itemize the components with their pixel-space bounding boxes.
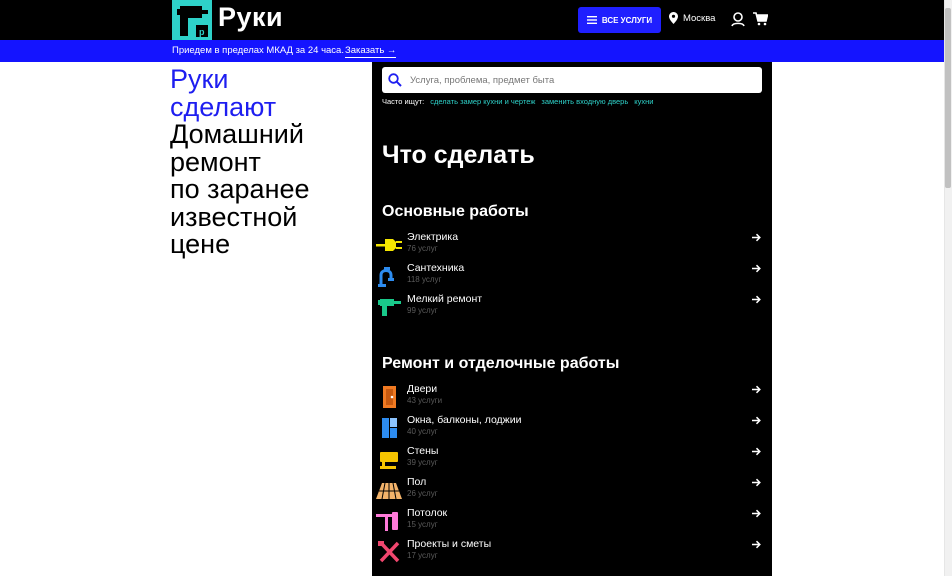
often-searched-label: Часто ищут:: [382, 97, 425, 106]
banner-text: Приедем в пределах МКАД за 24 часа.: [172, 45, 344, 56]
cart-icon[interactable]: [753, 12, 768, 26]
faucet-icon: [378, 267, 394, 287]
drill-icon: [378, 299, 401, 316]
services-panel: Часто ищут: сделать замер кухни и чертеж…: [372, 62, 772, 576]
often-searched: Часто ищут: сделать замер кухни и чертеж…: [382, 97, 653, 106]
service-item-windows[interactable]: Окна, балконы, лоджии 40 услуг: [372, 414, 772, 444]
plug-icon: [376, 239, 402, 251]
service-count: 43 услуги: [407, 396, 443, 405]
service-item-doors[interactable]: Двери 43 услуги: [372, 383, 772, 413]
service-count: 39 услуг: [407, 458, 438, 467]
service-count: 99 услуг: [407, 306, 438, 315]
logo-icon[interactable]: р: [172, 0, 212, 40]
arrow-right-icon: [752, 385, 761, 394]
service-count: 26 услуг: [407, 489, 438, 498]
floor-icon: [376, 482, 402, 500]
hero-line: известной: [170, 201, 298, 232]
often-searched-link[interactable]: заменить входную дверь: [541, 97, 628, 106]
often-searched-link[interactable]: кухни: [634, 97, 653, 106]
service-item-floor[interactable]: Пол 26 услуг: [372, 476, 772, 506]
scrollbar-thumb[interactable]: [945, 8, 951, 188]
search-input[interactable]: [410, 74, 740, 86]
section-title: Ремонт и отделочные работы: [382, 355, 620, 372]
service-item-small-repair[interactable]: Мелкий ремонт 99 услуг: [372, 293, 772, 323]
hero-line: Руки: [170, 64, 229, 94]
search-box[interactable]: [382, 67, 762, 93]
promo-banner: Приедем в пределах МКАД за 24 часа. Зака…: [0, 40, 944, 62]
all-services-label: ВСЕ УСЛУГИ: [601, 15, 653, 25]
svg-text:р: р: [199, 27, 205, 37]
hero-line: ремонт: [170, 146, 261, 177]
location-pin-icon: [669, 12, 678, 24]
ceiling-roller-icon: [376, 512, 398, 531]
service-count: 17 услуг: [407, 551, 438, 560]
hero-line: по заранее: [170, 174, 310, 204]
user-icon[interactable]: [731, 12, 745, 27]
section-title: Основные работы: [382, 203, 529, 220]
service-count: 76 услуг: [407, 244, 438, 253]
service-name: Пол: [407, 476, 427, 488]
hero-line: цене: [170, 229, 231, 259]
arrow-right-icon: [752, 478, 761, 487]
service-name: Сантехника: [407, 262, 465, 274]
service-name: Мелкий ремонт: [407, 293, 483, 305]
tools-icon: [378, 541, 400, 563]
door-icon: [383, 386, 396, 408]
service-name: Проекты и сметы: [407, 538, 492, 550]
banner-order-link[interactable]: Заказать →: [345, 45, 397, 58]
hero-line: Домашний: [170, 119, 304, 149]
hero-line: сделают: [170, 91, 277, 122]
service-item-projects[interactable]: Проекты и сметы 17 услуг: [372, 538, 772, 568]
city-name: Москва: [683, 12, 716, 24]
search-icon: [388, 73, 402, 87]
arrow-right-icon: [752, 540, 761, 549]
arrow-right-icon: [752, 447, 761, 456]
service-count: 15 услуг: [407, 520, 438, 529]
hero-heading: Руки сделают Домашний ремонт по заранее …: [170, 64, 310, 259]
arrow-right-icon: [752, 509, 761, 518]
service-count: 118 услуг: [407, 275, 442, 284]
service-name: Потолок: [407, 507, 448, 519]
logo-text[interactable]: Руки: [218, 2, 283, 33]
service-name: Окна, балконы, лоджии: [407, 414, 522, 426]
service-name: Стены: [407, 445, 439, 457]
service-count: 40 услуг: [407, 427, 438, 436]
arrow-right-icon: [752, 233, 761, 242]
service-name: Двери: [407, 383, 438, 395]
menu-icon: [586, 16, 597, 24]
often-searched-link[interactable]: сделать замер кухни и чертеж: [430, 97, 535, 106]
service-item-ceiling[interactable]: Потолок 15 услуг: [372, 507, 772, 537]
service-item-electrics[interactable]: Электрика 76 услуг: [372, 231, 772, 261]
wall-roller-icon: [380, 452, 398, 469]
site-header: р Руки ВСЕ УСЛУГИ Москва: [0, 0, 944, 40]
service-item-walls[interactable]: Стены 39 услуг: [372, 445, 772, 475]
arrow-right-icon: [752, 416, 761, 425]
window-icon: [382, 418, 397, 438]
city-selector[interactable]: Москва: [669, 12, 715, 24]
service-name: Электрика: [407, 231, 459, 243]
service-item-plumbing[interactable]: Сантехника 118 услуг: [372, 262, 772, 292]
panel-title: Что сделать: [382, 141, 535, 169]
arrow-right-icon: [752, 295, 761, 304]
arrow-right-icon: [752, 264, 761, 273]
all-services-button[interactable]: ВСЕ УСЛУГИ: [578, 7, 661, 33]
